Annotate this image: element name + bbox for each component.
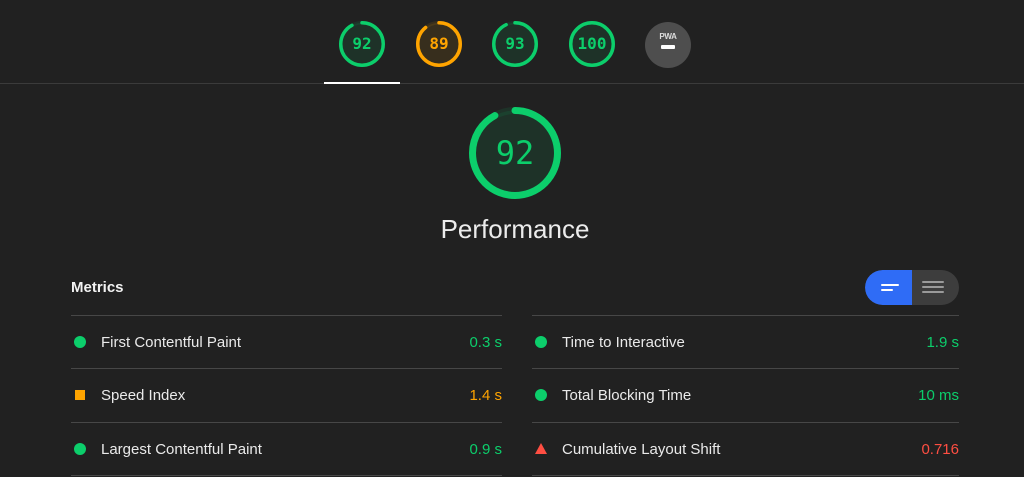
row-divider: [532, 475, 959, 476]
metric-time-to-interactive: Time to Interactive 1.9 s: [532, 315, 959, 368]
selected-category-gauge: 92: [468, 106, 562, 200]
metric-value: 0.3 s: [469, 334, 502, 351]
pwa-label: PWA: [659, 32, 677, 41]
metric-total-blocking-time: Total Blocking Time 10 ms: [532, 368, 959, 421]
gauge-best-practices[interactable]: 93: [491, 20, 539, 68]
metric-value: 0.716: [921, 441, 959, 458]
gauge-score: 89: [429, 34, 449, 53]
circle-icon: [535, 336, 547, 348]
metric-label: Speed Index: [101, 387, 186, 404]
list-expanded-icon[interactable]: [912, 270, 959, 305]
circle-icon: [535, 389, 547, 401]
gauge-score: 100: [577, 34, 607, 53]
gauge-score: 93: [505, 34, 525, 53]
square-icon: [75, 390, 85, 400]
metric-speed-index: Speed Index 1.4 s: [71, 368, 502, 421]
metric-value: 10 ms: [918, 387, 959, 404]
active-tab-indicator: [324, 82, 400, 84]
list-compact-icon[interactable]: [865, 270, 912, 305]
metric-label: Cumulative Layout Shift: [562, 441, 721, 458]
metric-cumulative-layout-shift: Cumulative Layout Shift 0.716: [532, 422, 959, 475]
metric-value: 0.9 s: [469, 441, 502, 458]
gauge-score: 92: [352, 34, 372, 53]
gauge-performance[interactable]: 92: [338, 20, 386, 68]
metric-label: Largest Contentful Paint: [101, 441, 262, 458]
metrics-heading: Metrics: [71, 279, 124, 296]
pwa-badge-icon[interactable]: PWA: [645, 22, 691, 68]
category-gauges-bar: 92 89 93 100 PWA: [0, 0, 1024, 84]
metric-label: Time to Interactive: [562, 334, 685, 351]
circle-icon: [74, 336, 86, 348]
category-title: Performance: [440, 214, 590, 244]
pwa-dash-icon: [661, 45, 675, 49]
metric-label: Total Blocking Time: [562, 387, 692, 404]
metrics-view-toggle: [865, 270, 959, 305]
metric-largest-contentful-paint: Largest Contentful Paint 0.9 s: [71, 422, 502, 475]
circle-icon: [74, 443, 86, 455]
triangle-icon: [535, 443, 547, 454]
metric-first-contentful-paint: First Contentful Paint 0.3 s: [71, 315, 502, 368]
metric-value: 1.9 s: [926, 334, 959, 351]
gauge-accessibility[interactable]: 89: [415, 20, 463, 68]
selected-score: 92: [495, 134, 535, 172]
metric-value: 1.4 s: [469, 387, 502, 404]
lighthouse-report: 92 89 93 100 PWA 92 Performance Metrics: [0, 0, 1024, 477]
metric-label: First Contentful Paint: [101, 334, 242, 351]
row-divider: [71, 475, 502, 476]
gauge-seo[interactable]: 100: [568, 20, 616, 68]
